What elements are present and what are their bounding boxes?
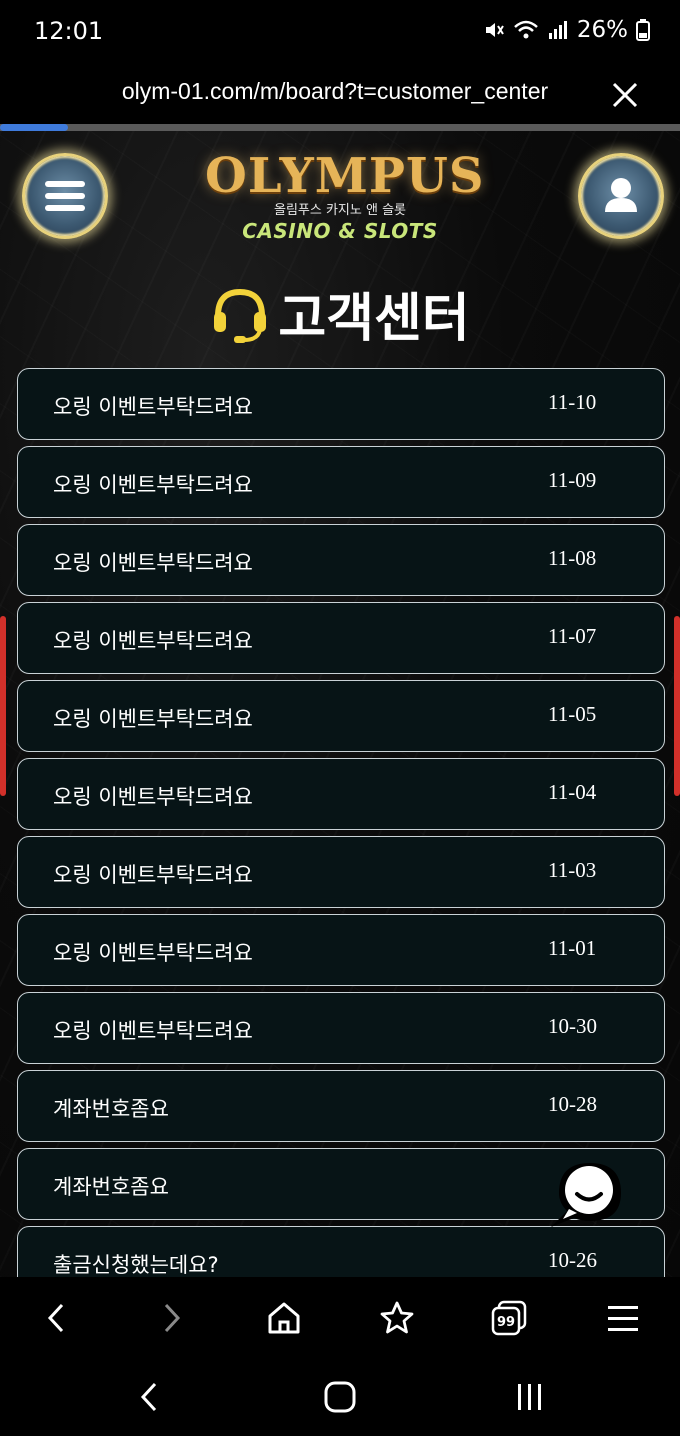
forward-icon[interactable]: [152, 1299, 190, 1337]
menu-button[interactable]: [22, 153, 108, 239]
post-row[interactable]: 오링 이벤트부탁드려요 11-08: [17, 524, 665, 596]
post-title: 오링 이벤트부탁드려요: [53, 941, 253, 965]
nav-back-icon[interactable]: [132, 1379, 168, 1415]
menu-icon[interactable]: [604, 1299, 642, 1337]
logo-subtitle: 올림푸스 카지노 앤 슬롯: [274, 203, 406, 218]
logo-tagline: CASINO & SLOTS: [242, 219, 438, 243]
edge-indicator-left: [0, 616, 6, 796]
chat-bubble-icon[interactable]: [545, 1153, 635, 1233]
post-row[interactable]: 출금신청했는데요? 10-26: [17, 1226, 665, 1277]
battery-icon: [636, 19, 650, 41]
post-row[interactable]: 오링 이벤트부탁드려요 11-04: [17, 758, 665, 830]
nav-home-icon[interactable]: [322, 1379, 358, 1415]
post-title: 오링 이벤트부탁드려요: [53, 707, 253, 731]
browser-toolbar: 99: [0, 1277, 680, 1359]
status-bar: 12:01 26%: [0, 0, 680, 64]
post-row[interactable]: 오링 이벤트부탁드려요 11-09: [17, 446, 665, 518]
profile-button[interactable]: [578, 153, 664, 239]
status-time: 12:01: [34, 17, 104, 45]
post-title: 오링 이벤트부탁드려요: [53, 785, 253, 809]
headset-icon: [214, 288, 267, 343]
url-text[interactable]: olym-01.com/m/board?t=customer_center: [0, 78, 670, 105]
close-icon[interactable]: [610, 80, 640, 110]
post-row[interactable]: 오링 이벤트부탁드려요 11-05: [17, 680, 665, 752]
edge-indicator-right: [674, 616, 680, 796]
hamburger-menu-icon: [45, 181, 85, 211]
post-date: 10-26: [548, 1248, 597, 1272]
post-title: 오링 이벤트부탁드려요: [53, 473, 253, 497]
logo-wordmark: OLYMPUS: [205, 148, 485, 204]
progress-fill: [0, 124, 68, 131]
status-icons: 26%: [483, 17, 650, 43]
tabs-icon[interactable]: 99: [490, 1299, 528, 1337]
post-title: 오링 이벤트부탁드려요: [53, 1019, 253, 1043]
nav-recents-icon[interactable]: [512, 1379, 548, 1415]
post-title: 계좌번호좀요: [53, 1175, 169, 1199]
mute-icon: [485, 23, 504, 37]
battery-percent: 26%: [576, 17, 628, 43]
post-row[interactable]: 오링 이벤트부탁드려요 11-01: [17, 914, 665, 986]
post-date: 11-03: [548, 858, 597, 882]
bookmark-star-icon[interactable]: [378, 1299, 416, 1337]
user-icon: [605, 178, 637, 212]
page-title: 고객센터: [0, 276, 680, 351]
page-title-text: 고객센터: [278, 289, 470, 349]
post-date: 11-10: [548, 390, 597, 414]
home-icon[interactable]: [265, 1299, 303, 1337]
post-row[interactable]: 오링 이벤트부탁드려요 11-03: [17, 836, 665, 908]
page-load-progress: [0, 124, 680, 131]
post-row[interactable]: 오링 이벤트부탁드려요 11-10: [17, 368, 665, 440]
post-row[interactable]: 계좌번호좀요 10-28: [17, 1070, 665, 1142]
browser-url-bar: olym-01.com/m/board?t=customer_center: [0, 64, 680, 126]
web-page: OLYMPUS 올림푸스 카지노 앤 슬롯 CASINO & SLOTS 고객센…: [0, 131, 680, 1277]
post-row[interactable]: 오링 이벤트부탁드려요 10-30: [17, 992, 665, 1064]
post-date: 11-05: [548, 702, 597, 726]
post-date: 11-04: [548, 780, 597, 804]
post-title: 오링 이벤트부탁드려요: [53, 551, 253, 575]
post-title: 오링 이벤트부탁드려요: [53, 629, 253, 653]
post-date: 11-01: [548, 936, 597, 960]
post-title: 오링 이벤트부탁드려요: [53, 395, 253, 419]
post-date: 11-08: [548, 546, 597, 570]
post-title: 계좌번호좀요: [53, 1097, 169, 1121]
post-title: 오링 이벤트부탁드려요: [53, 863, 253, 887]
post-row[interactable]: 오링 이벤트부탁드려요 11-07: [17, 602, 665, 674]
post-date: 11-07: [548, 624, 597, 648]
post-date: 11-09: [548, 468, 597, 492]
post-date: 10-28: [548, 1092, 597, 1116]
system-nav-bar: [0, 1359, 680, 1436]
wifi-icon: [514, 20, 538, 39]
post-list: 오링 이벤트부탁드려요 11-10 오링 이벤트부탁드려요 11-09 오링 이벤트…: [17, 368, 665, 1277]
site-logo[interactable]: OLYMPUS 올림푸스 카지노 앤 슬롯 CASINO & SLOTS: [205, 148, 485, 249]
signal-icon: [548, 21, 567, 39]
tabs-count: 99: [496, 1315, 516, 1330]
back-icon[interactable]: [38, 1299, 76, 1337]
post-date: 10-30: [548, 1014, 597, 1038]
post-title: 출금신청했는데요?: [53, 1253, 219, 1277]
